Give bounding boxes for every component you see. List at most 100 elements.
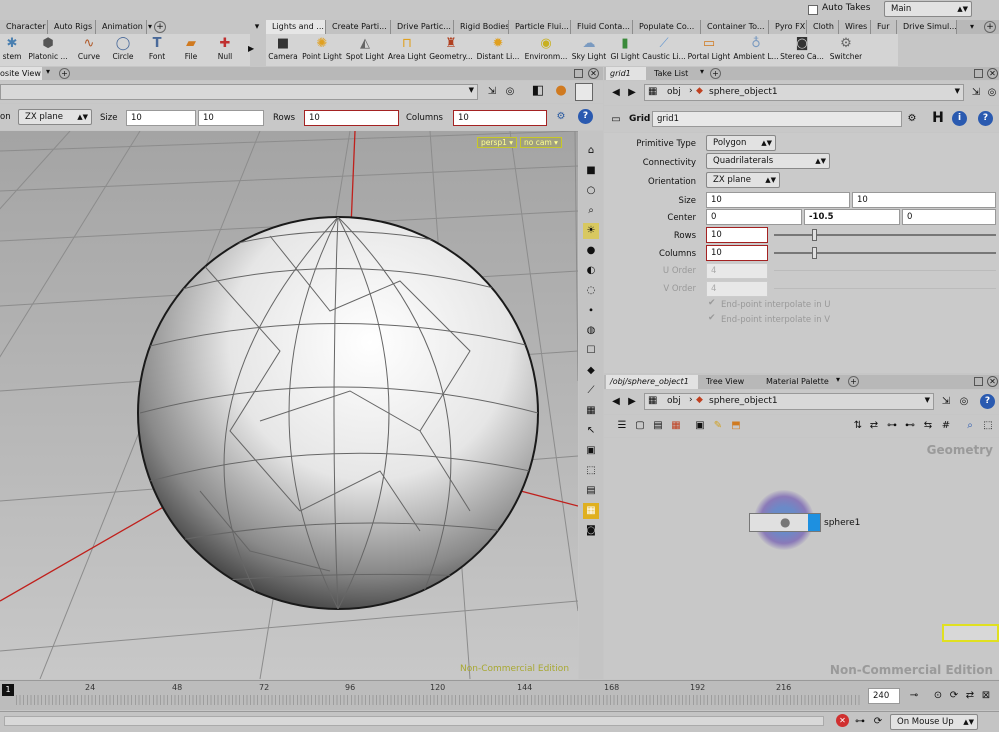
shelf-tabs-menu-icon[interactable]: ▾ (250, 20, 264, 34)
viewport-maximize-icon[interactable] (574, 69, 583, 78)
shelf-scroll-arrow-icon[interactable]: ▶ (248, 44, 254, 53)
link-icon[interactable]: ◎ (956, 394, 972, 410)
auto-takes-checkbox[interactable] (808, 5, 818, 15)
grid-toggle-icon[interactable]: ▦ (583, 403, 599, 419)
shading-sphere-icon[interactable]: ● (553, 83, 569, 99)
pin-icon[interactable]: ⇲ (938, 394, 954, 410)
update-mode-select[interactable]: On Mouse Up ▲▼ (890, 714, 978, 730)
points-display-icon[interactable]: ∙ (583, 303, 599, 319)
network-add-tab-icon[interactable]: + (848, 376, 859, 387)
tab-network-path[interactable]: /obj/sphere_object1 (606, 375, 698, 389)
layout-nodes-icon[interactable]: ⊶ (884, 418, 900, 434)
shelf-right-menu-arrow[interactable]: ▾ (970, 20, 982, 34)
handle-settings-icon[interactable]: ⚙ (553, 109, 569, 125)
primitive-type-select[interactable]: Polygon ▲▼ (706, 135, 776, 151)
info-icon[interactable]: i (952, 111, 967, 126)
offscreen-node-indicator[interactable] (942, 624, 999, 642)
rows-field[interactable]: 10 (706, 227, 768, 243)
chevron-down-icon[interactable]: ▼ (925, 396, 930, 404)
stop-icon[interactable]: ✕ (836, 714, 849, 727)
layout-icon[interactable]: ▦ (583, 503, 599, 519)
shelf-tab-wires[interactable]: Wires (839, 20, 871, 34)
snap-icon[interactable]: ◍ (583, 323, 599, 339)
range-icon[interactable]: ⇄ (962, 688, 978, 704)
center-z-field[interactable]: 0 (902, 209, 996, 225)
handle-size-x-field[interactable]: 10 (126, 110, 196, 126)
shelf-tab-pyro-fx[interactable]: Pyro FX (769, 20, 807, 34)
shelf-add-icon[interactable]: + (154, 21, 166, 33)
link-icon[interactable]: ◎ (984, 85, 999, 101)
back-arrow-icon[interactable]: ◀ (608, 85, 624, 101)
network-close-icon[interactable]: ✕ (987, 376, 998, 387)
align-nodes-icon[interactable]: ⊷ (902, 418, 918, 434)
shelf-tab-create-particles[interactable]: Create Parti... (326, 20, 391, 34)
shelf-tab-rigid-bodies[interactable]: Rigid Bodies (454, 20, 509, 34)
param-path-field[interactable]: ▦ obj › ◆ sphere_object1 ▼ (644, 84, 964, 101)
help-icon[interactable]: ? (978, 111, 993, 126)
shelf-tab-populate[interactable]: Populate Co... (633, 20, 701, 34)
table-view-icon[interactable]: ▤ (650, 418, 666, 434)
param-close-icon[interactable]: ✕ (987, 68, 998, 79)
tool-gi-light[interactable]: ▮ GI Light (608, 34, 642, 66)
move-nodes-icon[interactable]: ⇆ (920, 418, 936, 434)
param-tab-menu-arrow[interactable]: ▾ (700, 67, 704, 76)
take-select[interactable]: Main ▲▼ (884, 1, 972, 17)
lock-icon[interactable]: ⌕ (583, 203, 599, 219)
network-box-icon[interactable]: ⬒ (728, 418, 744, 434)
param-maximize-icon[interactable] (974, 69, 983, 78)
rows-slider-handle[interactable] (812, 229, 817, 241)
ghost-icon[interactable]: ☐ (583, 343, 599, 359)
tab-take-list[interactable]: Take List (648, 67, 698, 80)
center-x-field[interactable]: 0 (706, 209, 802, 225)
viewport-close-icon[interactable]: ✕ (588, 68, 599, 79)
viewport-add-tab-icon[interactable]: + (59, 68, 70, 79)
tool-null[interactable]: ✚ Null (208, 34, 242, 66)
tool-platonic[interactable]: ⬢ Platonic ... (24, 34, 72, 66)
shelf-tab-drive-simulation[interactable]: Drive Simul... (897, 20, 957, 34)
wire-display-icon[interactable]: ◌ (583, 283, 599, 299)
tool-stem[interactable]: ✱ stem (0, 34, 24, 66)
tool-switcher[interactable]: ⚙ Switcher (824, 34, 868, 66)
tool-file[interactable]: ▰ File (174, 34, 208, 66)
network-canvas[interactable]: Geometry ● sphere1 Non-Commercial Editio… (604, 438, 999, 679)
chevron-down-icon[interactable]: ▼ (955, 87, 960, 95)
visibility-icon[interactable]: ◆ (583, 363, 599, 379)
cook-icon[interactable]: ⟳ (870, 714, 886, 730)
sphere-display-icon[interactable]: ◐ (583, 263, 599, 279)
network-tab-menu-arrow[interactable]: ▾ (836, 375, 840, 384)
tree-list-icon[interactable]: ☰ (614, 418, 630, 434)
param-path-obj[interactable]: obj (667, 87, 681, 97)
forward-arrow-icon[interactable]: ▶ (624, 85, 640, 101)
timeline[interactable]: 1 24 48 72 96 120 144 168 192 216 240 ⊸ … (0, 680, 999, 710)
shelf-tab-container-tools[interactable]: Container To... (701, 20, 769, 34)
home-icon[interactable]: ⌂ (583, 143, 599, 159)
tool-curve[interactable]: ∿ Curve (72, 34, 106, 66)
network-path-obj[interactable]: obj (667, 396, 681, 406)
note-edit-icon[interactable]: ✎ (710, 418, 726, 434)
shelf-tab-auto-rigs[interactable]: Auto Rigs (48, 20, 96, 34)
shelf-tab-lights[interactable]: Lights and ... (266, 20, 326, 34)
shelf-tab-animation[interactable]: Animation (96, 20, 147, 34)
size-y-field[interactable]: 10 (852, 192, 996, 208)
dependency-icon[interactable]: ⊶ (852, 714, 868, 730)
grid-icon[interactable]: # (938, 418, 954, 434)
size-x-field[interactable]: 10 (706, 192, 850, 208)
tool-circle[interactable]: ◯ Circle (106, 34, 140, 66)
orientation-select[interactable]: ZX plane ▲▼ (706, 172, 780, 188)
handle-columns-field[interactable]: 10 (453, 110, 547, 126)
light-bulb-icon[interactable]: ☀ (583, 223, 599, 239)
node-name-field[interactable]: grid1 (652, 111, 902, 127)
columns-field[interactable]: 10 (706, 245, 768, 261)
network-path-object[interactable]: sphere_object1 (709, 396, 778, 406)
tool-font[interactable]: T Font (140, 34, 174, 66)
shelf-tab-drive-particles[interactable]: Drive Partic... (391, 20, 454, 34)
tab-grid1[interactable]: grid1 (606, 67, 646, 80)
keyframe-icon[interactable]: ⊸ (906, 688, 922, 704)
circle-select-icon[interactable]: ○ (583, 183, 599, 199)
viewport-canvas[interactable]: Non-Commercial Edition persp1 ▾ no cam ▾ (0, 131, 578, 679)
zoom-icon[interactable]: ⌕ (962, 418, 978, 434)
shade-ball-icon[interactable]: ● (583, 243, 599, 259)
back-arrow-icon[interactable]: ◀ (608, 394, 624, 410)
center-y-field[interactable]: -10.5 (804, 209, 900, 225)
flipbook-icon[interactable]: ▣ (583, 443, 599, 459)
